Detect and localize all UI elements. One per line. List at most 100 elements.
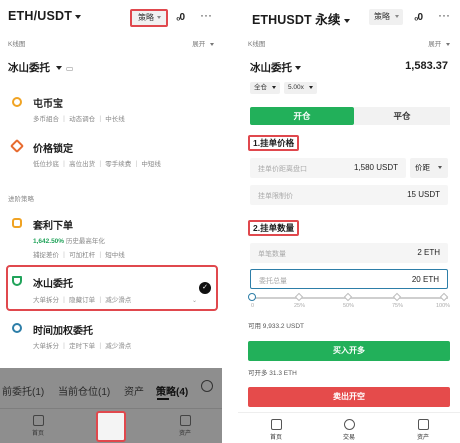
trading-pair-selector[interactable]: ETHUSDT 永续 — [252, 9, 350, 28]
value: 1,580 — [353, 163, 374, 172]
nav-home[interactable]: 首页 — [18, 409, 58, 443]
slider-stop[interactable] — [294, 292, 304, 302]
tab-open-position[interactable]: 开仓 — [250, 107, 354, 125]
drag-handle-icon: ⌄ — [192, 298, 198, 304]
trade-icon — [343, 419, 355, 430]
field-placeholder: 挂单价距离盘口 — [258, 166, 307, 173]
kline-expand-button[interactable]: 展开 — [192, 38, 214, 48]
menu-item-desc: 大单拆分 ｜ 定时下单 ｜ 减少滑点 — [33, 343, 132, 350]
margin-mode-label: 全仓 — [254, 84, 267, 91]
price-type-selector[interactable]: 价距 — [410, 158, 448, 178]
more-icon[interactable]: ··· — [200, 8, 212, 22]
expand-label: 展开 — [192, 41, 206, 48]
slider-stop[interactable] — [392, 292, 402, 302]
nav-label: 交易 — [342, 435, 355, 441]
slider-label: 75% — [392, 303, 404, 309]
value: 20 — [411, 275, 421, 284]
section-order-quantity: 2.挂单数量 — [248, 220, 300, 236]
chevron-down-icon — [157, 16, 161, 19]
unit: ETH — [424, 248, 440, 257]
nav-home[interactable]: 首页 — [256, 413, 296, 443]
nav-assets[interactable]: 资产 — [403, 413, 443, 443]
buy-long-button[interactable]: 买入开多 — [248, 341, 450, 361]
menu-item-title: 冰山委托 — [33, 279, 73, 290]
menu-item-title: 时间加权委托 — [33, 326, 93, 337]
menu-item-title: 价格锁定 — [33, 144, 73, 155]
arbitrage-icon — [12, 218, 22, 228]
order-type-label: 冰山委托 — [250, 62, 292, 74]
divider — [222, 0, 238, 443]
menu-item-desc: 1,642.50% 历史最高年化 — [33, 235, 105, 245]
value: 2 — [417, 248, 422, 257]
candlestick-chart-icon[interactable]: ₀0 — [414, 12, 423, 23]
section-label-advanced: 进阶策略 — [8, 196, 34, 203]
chevron-down-icon — [55, 66, 62, 71]
tab-positions[interactable]: 当前仓位(1) — [58, 383, 110, 398]
chevron-down-icon — [295, 66, 301, 71]
single-quantity-field[interactable]: 单笔数量 2 ETH — [250, 243, 448, 263]
apy-value: 1,642.50% — [33, 238, 65, 245]
chevron-down-icon — [271, 85, 276, 89]
slider-label: 50% — [343, 303, 355, 309]
trading-pair-label: ETH/USDT — [8, 9, 73, 23]
unit: ETH — [423, 275, 439, 284]
slider-label: 0 — [251, 303, 255, 309]
strategy-button[interactable]: 策略 — [369, 9, 403, 25]
leverage-selector[interactable]: 5.00x — [284, 82, 317, 94]
strategy-button[interactable]: 策略 — [130, 9, 168, 27]
kline-expand-button[interactable]: 展开 — [428, 38, 450, 48]
tab-underline — [157, 398, 169, 400]
unit: USDT — [418, 190, 440, 199]
more-icon[interactable]: ··· — [438, 8, 450, 22]
order-distance-field[interactable]: 挂单价距离盘口 1,580 USDT — [250, 158, 406, 178]
menu-item-desc: 多币組合 ｜ 动态调仓 ｜ 中长线 — [33, 116, 125, 123]
home-icon — [270, 419, 282, 430]
section-order-price: 1.挂单价格 — [248, 135, 300, 151]
slider-stop[interactable] — [343, 292, 353, 302]
bottom-nav: 首页 交易 资产 — [238, 412, 460, 443]
sell-short-button[interactable]: 卖出开空 — [248, 387, 450, 407]
max-open-amount: 可开多 31.3 ETH — [248, 370, 297, 377]
total-quantity-field[interactable]: 委托总量 20 ETH — [250, 269, 448, 289]
trading-pair-label: ETHUSDT 永续 — [252, 13, 341, 27]
tab-assets[interactable]: 资产 — [124, 383, 144, 398]
chevron-down-icon — [446, 42, 450, 46]
candlestick-chart-icon[interactable]: ₀0 — [176, 12, 185, 23]
order-type-selector[interactable]: 冰山委托 — [250, 60, 301, 75]
menu-item-desc: 捕捉差价 ｜ 可加杠杆 ｜ 短中线 — [33, 252, 125, 259]
field-placeholder: 委托总量 — [259, 278, 287, 285]
nav-label: 资产 — [416, 435, 429, 441]
nav-assets[interactable]: 资产 — [165, 409, 205, 443]
slider-label: 25% — [294, 303, 306, 309]
nav-trade[interactable]: 交易 — [329, 413, 369, 443]
strategy-label: 策略 — [374, 12, 390, 21]
field-placeholder: 单笔数量 — [258, 251, 286, 258]
chevron-down-icon — [395, 15, 399, 18]
field-value: 2 ETH — [417, 248, 440, 257]
slider-stop[interactable] — [439, 292, 449, 302]
margin-mode-selector[interactable]: 全仓 — [250, 82, 280, 94]
chevron-down-icon — [75, 14, 82, 19]
order-limit-price-field[interactable]: 挂单限制价 15 USDT — [250, 185, 448, 205]
price-type-label: 价距 — [415, 163, 430, 172]
slider-handle[interactable] — [248, 293, 256, 301]
home-icon — [32, 415, 44, 426]
chevron-down-icon — [210, 42, 214, 46]
expand-label: 展开 — [428, 41, 442, 48]
last-price: 1,583.37 — [405, 60, 448, 72]
value: 15 — [407, 190, 416, 199]
nav-label: 资产 — [178, 431, 191, 437]
order-type-header[interactable]: 冰山委托 ▭ — [8, 60, 73, 75]
tab-strategy[interactable]: 策略(4) — [156, 383, 188, 398]
available-balance: 可用 9,933.2 USDT — [248, 323, 304, 330]
lock-icon — [9, 138, 25, 154]
tab-open-orders[interactable]: 前委托(1) — [2, 383, 44, 398]
checkmark-icon: ✓ — [199, 282, 211, 294]
tab-close-position[interactable]: 平仓 — [354, 107, 450, 125]
iceberg-icon — [12, 276, 22, 286]
unit: USDT — [376, 163, 398, 172]
trading-pair-selector[interactable]: ETH/USDT — [8, 9, 82, 23]
wallet-icon — [179, 415, 191, 426]
history-icon[interactable] — [201, 380, 213, 392]
field-value: 1,580 USDT — [354, 163, 398, 172]
